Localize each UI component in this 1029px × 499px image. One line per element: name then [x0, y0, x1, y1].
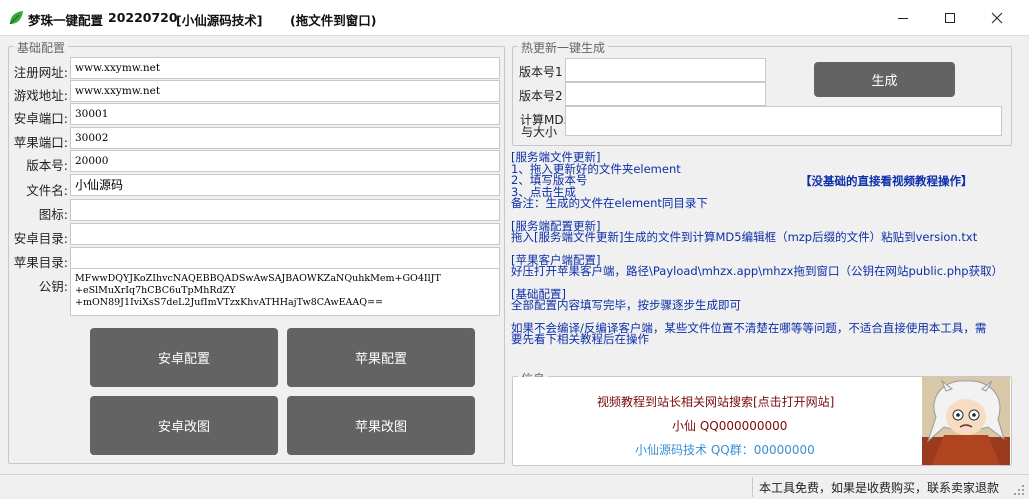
- version2-label: 版本号2: [519, 89, 563, 103]
- title-bar: 梦珠一键配置 20220720 [小仙源码技术] (拖文件到窗口): [0, 0, 1029, 36]
- android-dir-input[interactable]: [70, 223, 500, 245]
- apple-config-button[interactable]: 苹果配置: [287, 328, 475, 387]
- instruction-line: 拖入[服务端文件更新]生成的文件到计算MD5编辑框（mzp后缀的文件）粘贴到ve…: [511, 230, 978, 244]
- status-bar: 本工具免费，如果是收费购买，联系卖家退款: [0, 474, 1029, 499]
- status-text: 本工具免费，如果是收费购买，联系卖家退款: [759, 481, 1000, 495]
- icon-label: 图标:: [38, 207, 68, 222]
- avatar: [922, 377, 1010, 465]
- maximize-button[interactable]: [927, 0, 973, 36]
- apple-port-label: 苹果端口:: [13, 135, 68, 150]
- drag-hint: (拖文件到窗口): [290, 13, 377, 28]
- game-url-input[interactable]: www.xxymw.net: [70, 80, 500, 102]
- website-link[interactable]: 视频教程到站长相关网站搜索[点击打开网站]: [597, 393, 834, 410]
- app-version: 20220720: [108, 10, 178, 25]
- author-qq: 小仙 QQ000000000: [672, 419, 788, 433]
- version-label: 版本号:: [26, 158, 68, 173]
- public-key-textarea[interactable]: MFwwDQYJKoZIhvcNAQEBBQADSwAwSAJBAOWKZaNQ…: [70, 268, 500, 316]
- close-icon: [991, 12, 1003, 24]
- md5-label-line2: 与大小: [521, 125, 558, 139]
- md5-input[interactable]: [565, 106, 1002, 136]
- apple-dir-input[interactable]: [70, 247, 500, 269]
- version2-input[interactable]: [565, 82, 766, 106]
- android-dir-label: 安卓目录:: [13, 231, 68, 246]
- android-port-input[interactable]: 30001: [70, 103, 500, 125]
- version1-label: 版本号1: [519, 65, 563, 79]
- app-title: 梦珠一键配置: [28, 13, 104, 28]
- minimize-icon: [898, 18, 908, 19]
- instruction-line: 全部配置内容填写完毕，按步骤逐步生成即可: [511, 298, 741, 312]
- android-config-button[interactable]: 安卓配置: [90, 328, 278, 387]
- status-divider: [752, 477, 753, 497]
- instruction-line: 备注：生成的文件在element同目录下: [511, 196, 708, 210]
- filename-label: 文件名:: [26, 183, 68, 198]
- video-tutorial-link[interactable]: 【没基础的直接看视频教程操作】: [800, 175, 973, 188]
- android-modify-button[interactable]: 安卓改图: [90, 396, 278, 455]
- apple-modify-button[interactable]: 苹果改图: [287, 396, 475, 455]
- version1-input[interactable]: [565, 58, 766, 82]
- register-url-input[interactable]: www.xxymw.net: [70, 57, 500, 79]
- public-key-label: 公钥:: [38, 279, 68, 294]
- version-input[interactable]: 20000: [70, 150, 500, 172]
- game-url-label: 游戏地址:: [13, 88, 68, 103]
- apple-port-input[interactable]: 30002: [70, 127, 500, 149]
- register-url-label: 注册网址:: [13, 65, 68, 80]
- instruction-line: 要先看下相关教程后在操作: [511, 332, 649, 346]
- minimize-button[interactable]: [880, 0, 926, 36]
- instruction-line: 好压打开苹果客户端，路径\Payload\mhzx.app\mhzx拖到窗口（公…: [511, 264, 1004, 278]
- icon-input[interactable]: [70, 199, 500, 221]
- filename-input[interactable]: 小仙源码: [70, 174, 500, 196]
- resize-grip-icon[interactable]: [1012, 483, 1026, 497]
- basic-config-title: 基础配置: [14, 39, 69, 56]
- generate-button[interactable]: 生成: [814, 62, 955, 97]
- qq-group: 小仙源码技术 QQ群：00000000: [635, 443, 815, 457]
- android-port-label: 安卓端口:: [13, 111, 68, 126]
- hot-update-title: 热更新一键生成: [518, 39, 609, 56]
- close-button[interactable]: [974, 0, 1020, 36]
- author-tag: [小仙源码技术]: [176, 13, 263, 28]
- maximize-icon: [945, 13, 955, 23]
- apple-dir-label: 苹果目录:: [13, 255, 68, 270]
- leaf-icon: [9, 11, 23, 25]
